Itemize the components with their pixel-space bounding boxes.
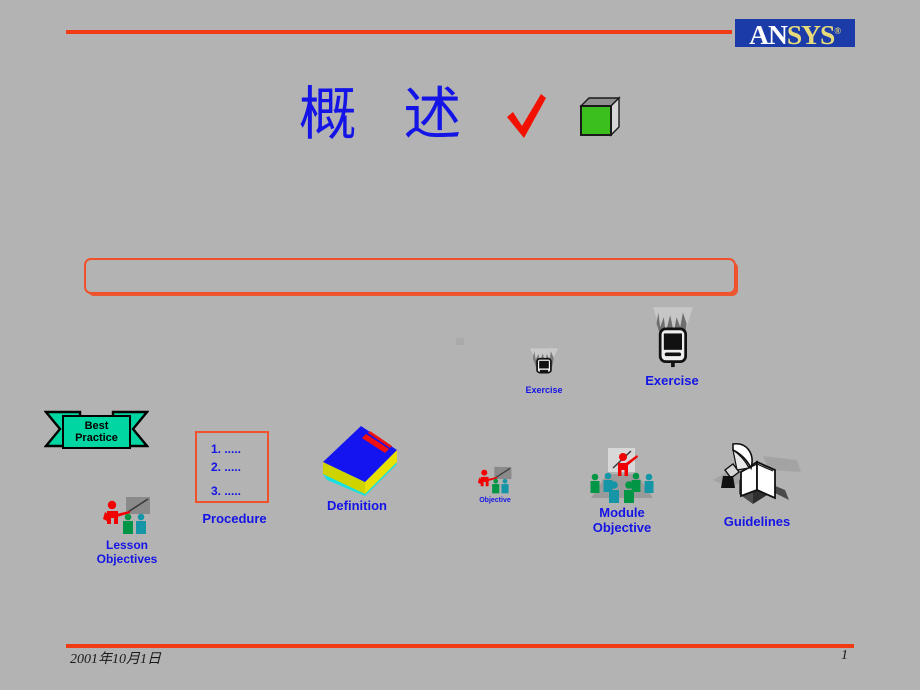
icon-objective-small[interactable]: Objective (460, 466, 530, 505)
icon-definition[interactable]: Definition (310, 424, 404, 514)
icon-procedure-box[interactable]: 1. ..... 2. ..... 3. ..... (195, 431, 269, 503)
icon-exercise-large[interactable]: Exercise (624, 305, 720, 389)
icon-exercise-small[interactable]: Exercise (504, 347, 584, 395)
icon-objective-small-label: Objective (479, 497, 511, 504)
classroom-audience-icon (572, 446, 672, 504)
procedure-line-1: 1. ..... (211, 442, 242, 456)
presentation-slide: ANSYS® 概 述 Exercise Exercise Best Practi… (0, 0, 920, 690)
icon-lesson-objectives[interactable]: Lesson Objectives (87, 496, 167, 567)
slide-title-row: 概 述 (0, 80, 920, 148)
footer-page-number: 1 (841, 648, 848, 663)
green-cube-icon (577, 94, 621, 138)
footer-rule (66, 644, 854, 648)
ansys-logo-text: ANSYS® (749, 19, 842, 47)
icon-lesson-objectives-label: Lesson Objectives (96, 538, 158, 566)
icon-guidelines-label: Guidelines (723, 514, 791, 529)
icon-exercise-large-label: Exercise (645, 373, 699, 388)
footer-date: 2001年10月1日 (70, 652, 161, 667)
icon-exercise-small-label: Exercise (525, 385, 563, 395)
ansys-logo-an: AN (749, 19, 788, 47)
instructor-class-icon (87, 496, 167, 536)
check-mark-icon (503, 90, 549, 142)
ansys-logo-trademark: ® (834, 25, 842, 36)
icon-best-practice-label: Best Practice (75, 420, 118, 444)
ansys-logo-sys: SYS (787, 19, 835, 47)
ribbon-banner-icon: Best Practice (62, 415, 131, 449)
procedure-line-2: 2. ..... (211, 460, 242, 474)
icon-best-practice[interactable]: Best Practice (44, 409, 149, 453)
computer-hands-small-icon (504, 347, 584, 383)
header-rule (66, 30, 732, 34)
computer-hands-icon (624, 305, 720, 371)
icon-module-objective[interactable]: Module Objective (572, 446, 672, 536)
instructor-class-small-icon (460, 466, 530, 495)
icon-definition-label: Definition (327, 498, 387, 513)
quill-and-book-icon (707, 436, 807, 514)
ansys-logo: ANSYS® (735, 19, 855, 47)
icon-procedure[interactable]: Procedure (192, 511, 277, 527)
content-placeholder-box[interactable] (84, 258, 736, 294)
blue-book-icon (310, 424, 404, 498)
icon-guidelines[interactable]: Guidelines (707, 436, 807, 530)
icon-module-objective-label: Module Objective (592, 505, 652, 535)
procedure-line-3: 3. ..... (211, 484, 242, 498)
icon-procedure-label: Procedure (202, 511, 267, 526)
page-title: 概 述 (298, 80, 476, 148)
placeholder-dot (456, 338, 464, 345)
